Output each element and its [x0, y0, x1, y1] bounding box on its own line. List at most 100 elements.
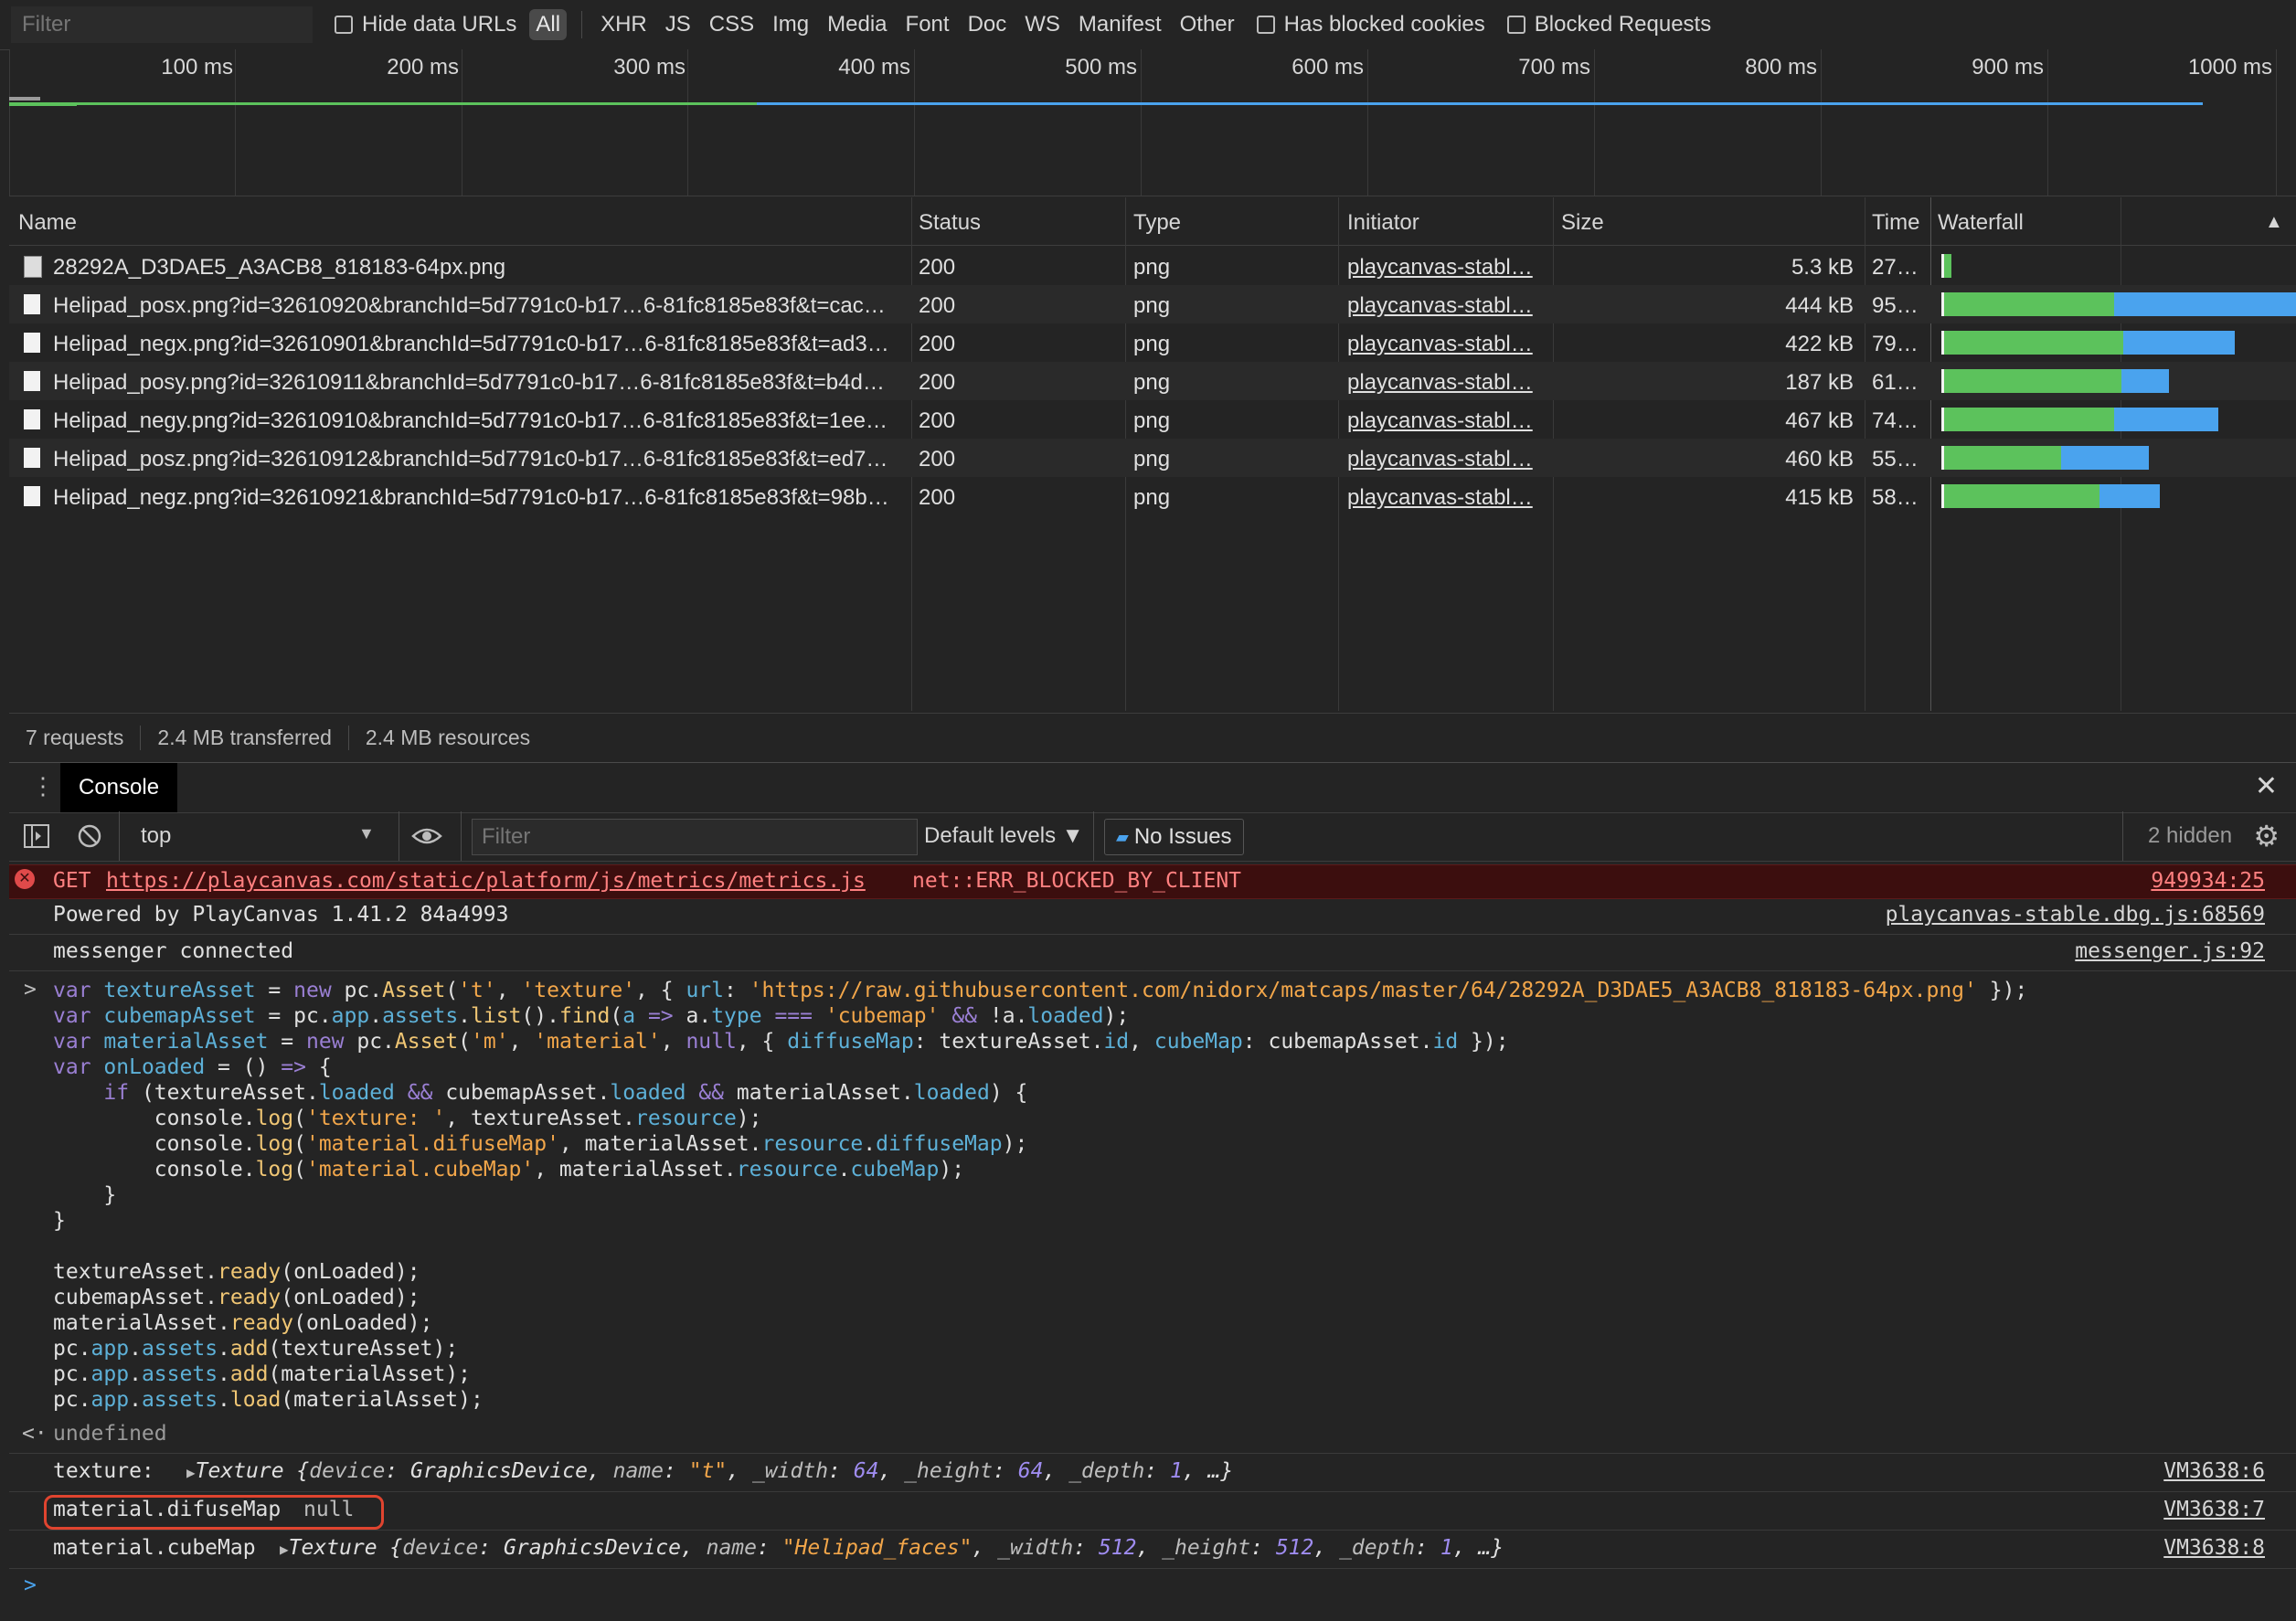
header-time[interactable]: Time: [1872, 210, 1919, 236]
table-row[interactable]: Helipad_posz.png?id=32610912&branchId=5d…: [9, 439, 2296, 477]
filter-type-font[interactable]: Font: [906, 12, 950, 37]
request-time: 27…: [1872, 255, 1919, 280]
has-blocked-cookies-checkbox[interactable]: Has blocked cookies: [1256, 12, 1485, 37]
texture-object-preview[interactable]: ▶Texture {device: GraphicsDevice, name: …: [186, 1459, 1233, 1483]
console-filter-input[interactable]: [472, 819, 918, 855]
waterfall-bar: [2061, 446, 2149, 470]
request-status: 200: [919, 332, 956, 356]
request-type: png: [1133, 332, 1171, 356]
timeline-overview[interactable]: 100 ms 200 ms 300 ms 400 ms 500 ms 600 m…: [9, 49, 2296, 196]
gear-icon[interactable]: ⚙: [2253, 819, 2280, 853]
image-file-icon: [24, 256, 42, 278]
chevron-down-icon[interactable]: ▼: [358, 824, 375, 843]
table-row[interactable]: Helipad_negx.png?id=32610901&branchId=5d…: [9, 323, 2296, 362]
header-initiator[interactable]: Initiator: [1347, 210, 1419, 236]
log-source-link[interactable]: VM3638:7: [2163, 1498, 2265, 1521]
table-row[interactable]: Helipad_posx.png?id=32610920&branchId=5d…: [9, 285, 2296, 323]
request-status: 200: [919, 447, 956, 471]
request-initiator-link[interactable]: playcanvas-stabl…: [1347, 332, 1533, 357]
error-url-link[interactable]: https://playcanvas.com/static/platform/j…: [106, 869, 866, 893]
header-status[interactable]: Status: [919, 210, 981, 236]
request-initiator-link[interactable]: playcanvas-stabl…: [1347, 408, 1533, 434]
error-source-link[interactable]: 949934:25: [2151, 869, 2265, 893]
file-icon: [24, 294, 40, 314]
console-log-message[interactable]: texture: ▶Texture {device: GraphicsDevic…: [9, 1455, 2296, 1492]
more-tabs-icon[interactable]: ⋮: [31, 772, 55, 800]
blocked-requests-checkbox[interactable]: Blocked Requests: [1506, 12, 1711, 37]
filter-type-manifest[interactable]: Manifest: [1079, 12, 1162, 37]
log-source-link[interactable]: VM3638:8: [2163, 1536, 2265, 1560]
tick-label: 800 ms: [1745, 55, 1817, 79]
log-label: material.cubeMap: [53, 1536, 256, 1560]
table-row[interactable]: Helipad_negy.png?id=32610910&branchId=5d…: [9, 400, 2296, 439]
request-size: 460 kB: [1785, 447, 1854, 471]
table-row[interactable]: Helipad_posy.png?id=32610911&branchId=5d…: [9, 362, 2296, 400]
request-status: 200: [919, 408, 956, 433]
filter-type-media[interactable]: Media: [827, 12, 887, 37]
table-row[interactable]: Helipad_negz.png?id=32610921&branchId=5d…: [9, 477, 2296, 515]
console-prompt-icon[interactable]: >: [24, 1573, 37, 1597]
result-arrow-icon: <·: [22, 1422, 48, 1446]
sidebar-toggle-icon[interactable]: [24, 824, 49, 848]
hide-data-urls-checkbox[interactable]: Hide data URLs: [335, 12, 516, 37]
request-size: 5.3 kB: [1791, 255, 1854, 280]
issues-button[interactable]: ▰ No Issues: [1104, 819, 1244, 855]
log-source-link[interactable]: messenger.js:92: [2075, 939, 2265, 963]
overview-bar: [757, 102, 2203, 105]
console-log-message: messenger connected messenger.js:92: [9, 936, 2296, 971]
tick-label: 1000 ms: [2187, 55, 2272, 79]
header-size[interactable]: Size: [1561, 210, 1604, 236]
filter-type-other[interactable]: Other: [1180, 12, 1235, 37]
checkbox-icon: [1506, 16, 1525, 34]
tab-console[interactable]: Console: [60, 763, 178, 812]
request-type: png: [1133, 370, 1171, 395]
filter-type-css[interactable]: CSS: [709, 12, 754, 37]
filter-type-doc[interactable]: Doc: [968, 12, 1007, 37]
close-drawer-icon[interactable]: ✕: [2255, 770, 2278, 802]
request-type: png: [1133, 485, 1171, 510]
clear-console-icon[interactable]: [77, 823, 102, 849]
table-row[interactable]: 28292A_D3DAE5_A3ACB8_818183-64px.png 200…: [9, 247, 2296, 285]
filter-type-xhr[interactable]: XHR: [601, 12, 647, 37]
request-initiator-link[interactable]: playcanvas-stabl…: [1347, 447, 1533, 472]
request-status: 200: [919, 293, 956, 318]
request-initiator-link[interactable]: playcanvas-stabl…: [1347, 370, 1533, 396]
tab-console-label: Console: [79, 775, 160, 800]
request-size: 187 kB: [1785, 370, 1854, 395]
context-selector-value[interactable]: top: [141, 823, 171, 849]
request-time: 61…: [1872, 370, 1919, 395]
request-name: Helipad_negx.png?id=32610901&branchId=5d…: [53, 332, 889, 356]
header-type[interactable]: Type: [1133, 210, 1181, 236]
tick-label: 400 ms: [838, 55, 910, 79]
request-initiator-link[interactable]: playcanvas-stabl…: [1347, 255, 1533, 281]
log-source-link[interactable]: playcanvas-stable.dbg.js:68569: [1886, 903, 2265, 927]
waterfall-bar: [2114, 408, 2218, 431]
filter-type-all[interactable]: All: [529, 9, 568, 40]
tick-line: [2047, 49, 2048, 196]
filter-type-img[interactable]: Img: [772, 12, 809, 37]
request-name: 28292A_D3DAE5_A3ACB8_818183-64px.png: [53, 255, 506, 280]
request-initiator-link[interactable]: playcanvas-stabl…: [1347, 293, 1533, 319]
tick-label: 100 ms: [161, 55, 233, 79]
divider: [581, 11, 583, 38]
waterfall-bar: [1944, 408, 2114, 431]
console-messages: ✕ GET https://playcanvas.com/static/plat…: [9, 861, 2296, 1621]
console-error-message: ✕ GET https://playcanvas.com/static/plat…: [9, 864, 2296, 899]
tick-label: 600 ms: [1292, 55, 1364, 79]
tick-label: 700 ms: [1518, 55, 1590, 79]
network-filter-input[interactable]: [11, 6, 313, 43]
request-initiator-link[interactable]: playcanvas-stabl…: [1347, 485, 1533, 511]
log-levels-dropdown[interactable]: Default levels ▼: [924, 823, 1084, 849]
console-log-message[interactable]: material.cubeMap ▶Texture {device: Graph…: [9, 1531, 2296, 1569]
log-source-link[interactable]: VM3638:6: [2163, 1459, 2265, 1483]
header-name[interactable]: Name: [18, 210, 77, 236]
header-waterfall[interactable]: Waterfall: [1938, 210, 2024, 236]
cubemap-object-preview[interactable]: ▶Texture {device: GraphicsDevice, name: …: [280, 1536, 1504, 1560]
hidden-count: 2 hidden: [2148, 823, 2233, 848]
sort-ascending-icon[interactable]: ▲: [2265, 212, 2283, 233]
overview-bar: [77, 102, 757, 105]
filter-type-ws[interactable]: WS: [1025, 12, 1060, 37]
network-filter-bar: Hide data URLs All XHR JS CSS Img Media …: [0, 0, 2296, 50]
filter-type-js[interactable]: JS: [665, 12, 691, 37]
eye-icon[interactable]: [411, 824, 442, 848]
